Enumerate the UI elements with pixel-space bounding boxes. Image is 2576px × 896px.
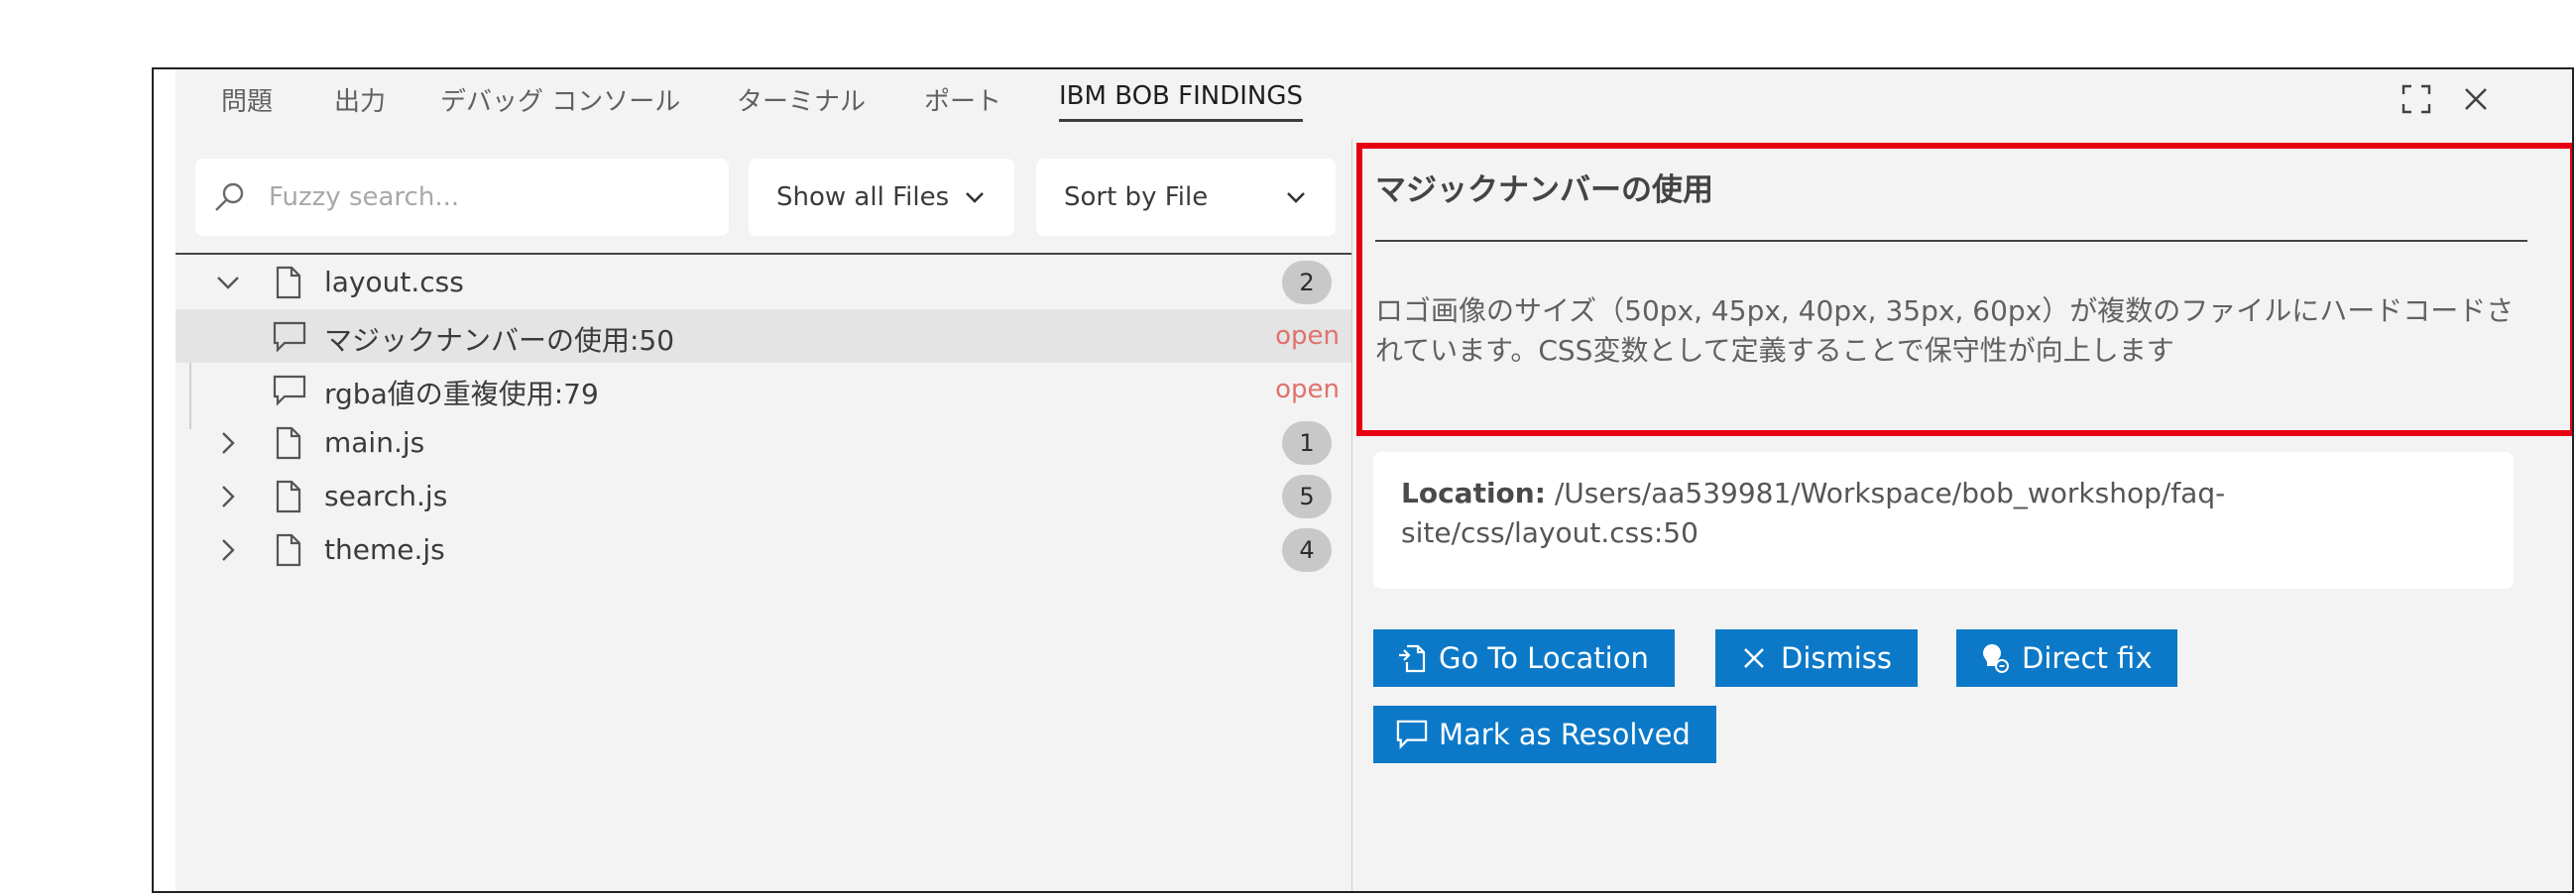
mark-as-resolved-label: Mark as Resolved — [1439, 718, 1691, 751]
sort-value: Sort by File — [1064, 182, 1209, 212]
go-to-location-button[interactable]: Go To Location — [1373, 629, 1675, 687]
tab-problems[interactable]: 問題 — [221, 81, 273, 118]
comment-icon — [273, 375, 306, 406]
mark-as-resolved-button[interactable]: Mark as Resolved — [1373, 706, 1716, 763]
panel-tab-bar: 問題 出力 デバッグ コンソール ターミナル ポート IBM BOB FINDI… — [176, 69, 2536, 139]
maximize-icon[interactable] — [2397, 79, 2436, 119]
comment-icon — [273, 321, 306, 353]
finding-count-badge: 4 — [1282, 528, 1332, 572]
dismiss-button[interactable]: Dismiss — [1715, 629, 1919, 687]
finding-row-rgba[interactable]: rgba値の重複使用:79 open — [176, 363, 1351, 416]
tab-debug-console[interactable]: デバッグ コンソール — [440, 81, 680, 118]
file-icon — [276, 266, 301, 299]
lightbulb-fix-icon — [1978, 641, 2012, 675]
search-input[interactable] — [267, 181, 687, 213]
tab-output[interactable]: 出力 — [334, 81, 386, 118]
file-row-search-js[interactable]: search.js 5 — [176, 470, 1351, 523]
file-name: theme.js — [324, 533, 445, 566]
file-icon — [276, 480, 301, 513]
go-to-location-label: Go To Location — [1439, 641, 1649, 675]
pane-divider[interactable] — [1351, 139, 1352, 891]
close-icon — [1737, 641, 1771, 675]
finding-label: マジックナンバーの使用:50 — [324, 324, 675, 357]
direct-fix-button[interactable]: Direct fix — [1956, 629, 2178, 687]
files-filter-select[interactable]: Show all Files — [749, 159, 1014, 236]
file-row-main-js[interactable]: main.js 1 — [176, 416, 1351, 470]
file-name: main.js — [324, 426, 425, 459]
location-label: Location: — [1401, 477, 1546, 509]
tab-terminal[interactable]: ターミナル — [737, 81, 866, 118]
chevron-down-icon — [966, 192, 984, 203]
file-icon — [276, 426, 301, 460]
finding-description: ロゴ画像のサイズ（50px, 45px, 40px, 35px, 60px）が複… — [1375, 294, 2515, 367]
finding-count-badge: 1 — [1282, 421, 1332, 465]
chevron-down-icon[interactable] — [213, 268, 243, 297]
file-icon — [276, 533, 301, 567]
search-icon — [215, 182, 244, 211]
file-row-theme-js[interactable]: theme.js 4 — [176, 523, 1351, 577]
go-to-file-icon — [1395, 641, 1429, 675]
finding-count-badge: 2 — [1282, 261, 1332, 304]
finding-title: マジックナンバーの使用 — [1375, 172, 1713, 208]
file-name: search.js — [324, 480, 448, 512]
finding-row-magic-number[interactable]: マジックナンバーの使用:50 open — [176, 309, 1351, 363]
files-filter-value: Show all Files — [776, 182, 950, 212]
file-row-layout-css[interactable]: layout.css 2 — [176, 256, 1351, 309]
filter-divider — [176, 253, 1351, 255]
finding-status: open — [1275, 375, 1340, 404]
panel-gutter — [154, 69, 176, 891]
location-card: Location: /Users/aa539981/Workspace/bob_… — [1373, 452, 2514, 589]
finding-label: rgba値の重複使用:79 — [324, 378, 599, 410]
comment-icon — [1395, 718, 1429, 751]
sort-select[interactable]: Sort by File — [1036, 159, 1336, 236]
chevron-right-icon[interactable] — [213, 482, 243, 511]
close-icon[interactable] — [2456, 79, 2496, 119]
finding-status: open — [1275, 321, 1340, 351]
dismiss-label: Dismiss — [1781, 641, 1893, 675]
chevron-right-icon[interactable] — [213, 428, 243, 458]
panel-frame: 問題 出力 デバッグ コンソール ターミナル ポート IBM BOB FINDI… — [152, 67, 2574, 893]
title-divider — [1375, 240, 2527, 242]
direct-fix-label: Direct fix — [2022, 641, 2153, 675]
chevron-right-icon[interactable] — [213, 535, 243, 565]
finding-count-badge: 5 — [1282, 475, 1332, 518]
tab-ibm-bob-findings[interactable]: IBM BOB FINDINGS — [1059, 81, 1304, 122]
search-box[interactable] — [195, 159, 729, 236]
tab-ports[interactable]: ポート — [924, 81, 1001, 118]
file-name: layout.css — [324, 266, 464, 298]
chevron-down-icon — [1287, 192, 1305, 203]
